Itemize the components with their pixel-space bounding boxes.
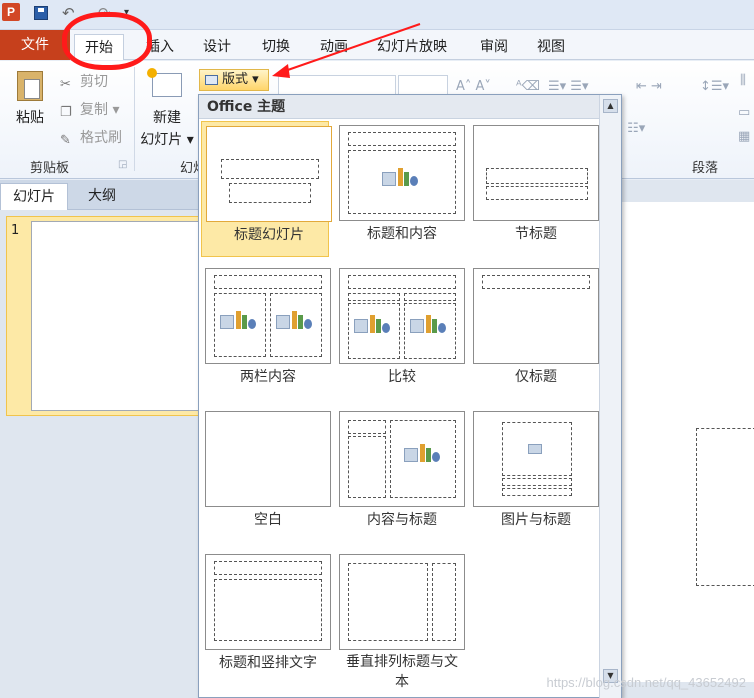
layout-name: 比较: [388, 369, 416, 385]
layout-section-header[interactable]: 节标题: [469, 121, 599, 257]
layout-name: 标题幻灯片: [234, 227, 304, 243]
layout-name: 节标题: [515, 226, 557, 242]
save-icon[interactable]: [34, 6, 48, 20]
quick-access-toolbar: P ↶ ↷ ▾: [0, 0, 754, 30]
layout-thumbnail: [205, 411, 331, 507]
tab-home[interactable]: 开始: [74, 34, 124, 60]
smartart-icon[interactable]: ▦: [738, 129, 750, 144]
scroll-up-icon[interactable]: ▲: [603, 99, 618, 113]
format-painter-button[interactable]: ✎ 格式刷: [60, 127, 122, 148]
layout-thumbnail: [206, 126, 332, 222]
new-slide-label-line2: 幻灯片: [140, 132, 183, 148]
clipboard-group-label: 剪贴板: [30, 161, 70, 176]
text-direction-icon[interactable]: ⫼: [740, 73, 746, 88]
content-icon: [382, 166, 420, 190]
tab-transitions[interactable]: 切换: [252, 34, 300, 60]
slide-editing-area: [620, 180, 754, 698]
new-slide-label-line1: 新建: [153, 110, 181, 126]
layout-name: 内容与标题: [367, 512, 437, 528]
dialog-launcher-icon[interactable]: ◲: [118, 159, 127, 170]
layout-title-vertical-text[interactable]: 标题和竖排文字: [201, 550, 331, 686]
layout-content-caption[interactable]: 内容与标题: [335, 407, 465, 543]
copy-button[interactable]: ❐ 复制 ▾: [60, 99, 119, 120]
layout-two-content[interactable]: 两栏内容: [201, 264, 331, 400]
layout-thumbnail: [205, 268, 331, 364]
new-slide-icon: [147, 68, 182, 97]
paragraph-group-label: 段落: [692, 161, 719, 176]
line-spacing-icon[interactable]: ↕☰▾: [700, 79, 729, 94]
bullets-icon[interactable]: ☰▾ ☰▾: [548, 79, 589, 94]
layout-name: 图片与标题: [501, 512, 571, 528]
content-icon: [404, 442, 442, 466]
cut-button[interactable]: ✂ 剪切: [60, 71, 108, 92]
layout-picture-caption[interactable]: 图片与标题: [469, 407, 599, 543]
ribbon-tabs: 文件 开始 插入 设计 切换 动画 幻灯片放映 审阅 视图: [0, 30, 754, 60]
undo-icon[interactable]: ↶: [62, 6, 76, 21]
layout-thumbnail: [339, 411, 465, 507]
new-slide-button[interactable]: 新建 幻灯片 ▾: [138, 68, 196, 149]
tab-insert[interactable]: 插入: [136, 34, 184, 60]
clipboard-icon: [17, 71, 43, 101]
layout-name: 标题和竖排文字: [219, 655, 317, 671]
tab-file[interactable]: 文件: [0, 30, 70, 60]
clear-format-icon[interactable]: ᴬ⌫: [516, 79, 540, 94]
layout-comparison[interactable]: 比较: [335, 264, 465, 400]
tab-outline[interactable]: 大纲: [76, 183, 128, 210]
indent-icon[interactable]: ⇤ ⇥: [636, 79, 662, 94]
gallery-header: Office 主题: [199, 95, 599, 119]
customize-toolbar-icon[interactable]: ▾: [124, 6, 138, 20]
layout-title-content[interactable]: 标题和内容: [335, 121, 465, 257]
copy-icon: ❐: [60, 105, 72, 120]
tab-design[interactable]: 设计: [193, 34, 241, 60]
align-text-icon[interactable]: ▭: [738, 105, 750, 120]
content-icon: [220, 309, 258, 333]
layout-thumbnail: [473, 268, 599, 364]
tab-slideshow[interactable]: 幻灯片放映: [367, 34, 457, 60]
group-divider: [134, 67, 135, 171]
brush-icon: ✎: [60, 133, 71, 148]
layout-vertical-title-text[interactable]: 垂直排列标题与文 本: [335, 550, 465, 698]
layout-gallery: Office 主题 ▲ ▼ 标题幻灯片 标题和内容 节标题 两栏内容 比较 仅标…: [198, 94, 622, 698]
content-icon: [354, 313, 392, 337]
layout-thumbnail: [339, 554, 465, 650]
layout-title-only[interactable]: 仅标题: [469, 264, 599, 400]
layout-button[interactable]: 版式 ▾: [199, 69, 269, 91]
tab-slides[interactable]: 幻灯片: [0, 183, 68, 210]
layout-blank[interactable]: 空白: [201, 407, 331, 543]
gallery-scrollbar[interactable]: ▲ ▼: [599, 95, 621, 698]
content-icon: [276, 309, 314, 333]
layout-icon: [205, 75, 218, 85]
tab-view[interactable]: 视图: [527, 34, 575, 60]
tab-review[interactable]: 审阅: [470, 34, 518, 60]
layout-name: 空白: [254, 512, 282, 528]
layout-thumbnail: [473, 125, 599, 221]
title-placeholder[interactable]: [696, 428, 754, 586]
picture-icon: [528, 444, 542, 454]
content-icon: [410, 313, 448, 337]
layout-name: 仅标题: [515, 369, 557, 385]
scissors-icon: ✂: [60, 77, 71, 92]
layout-thumbnail: [473, 411, 599, 507]
tab-animations[interactable]: 动画: [310, 34, 358, 60]
layout-thumbnail: [339, 125, 465, 221]
redo-icon[interactable]: ↷: [98, 6, 112, 21]
powerpoint-logo-icon[interactable]: P: [2, 3, 20, 21]
layout-name: 两栏内容: [240, 369, 296, 385]
layout-name: 垂直排列标题与文 本: [346, 654, 458, 690]
layout-thumbnail: [205, 554, 331, 650]
layout-title-slide[interactable]: 标题幻灯片: [201, 121, 332, 257]
paste-label: 粘贴: [16, 110, 44, 126]
layout-thumbnail: [339, 268, 465, 364]
grow-font-icon[interactable]: A˄ A˅: [456, 79, 491, 94]
watermark-text: https://blog.csdn.net/qq_43652492: [546, 675, 747, 690]
layout-name: 标题和内容: [367, 226, 437, 242]
paste-button[interactable]: 粘贴: [8, 71, 52, 127]
slide-number: 1: [11, 223, 20, 238]
layout-label: 版式: [222, 72, 249, 87]
